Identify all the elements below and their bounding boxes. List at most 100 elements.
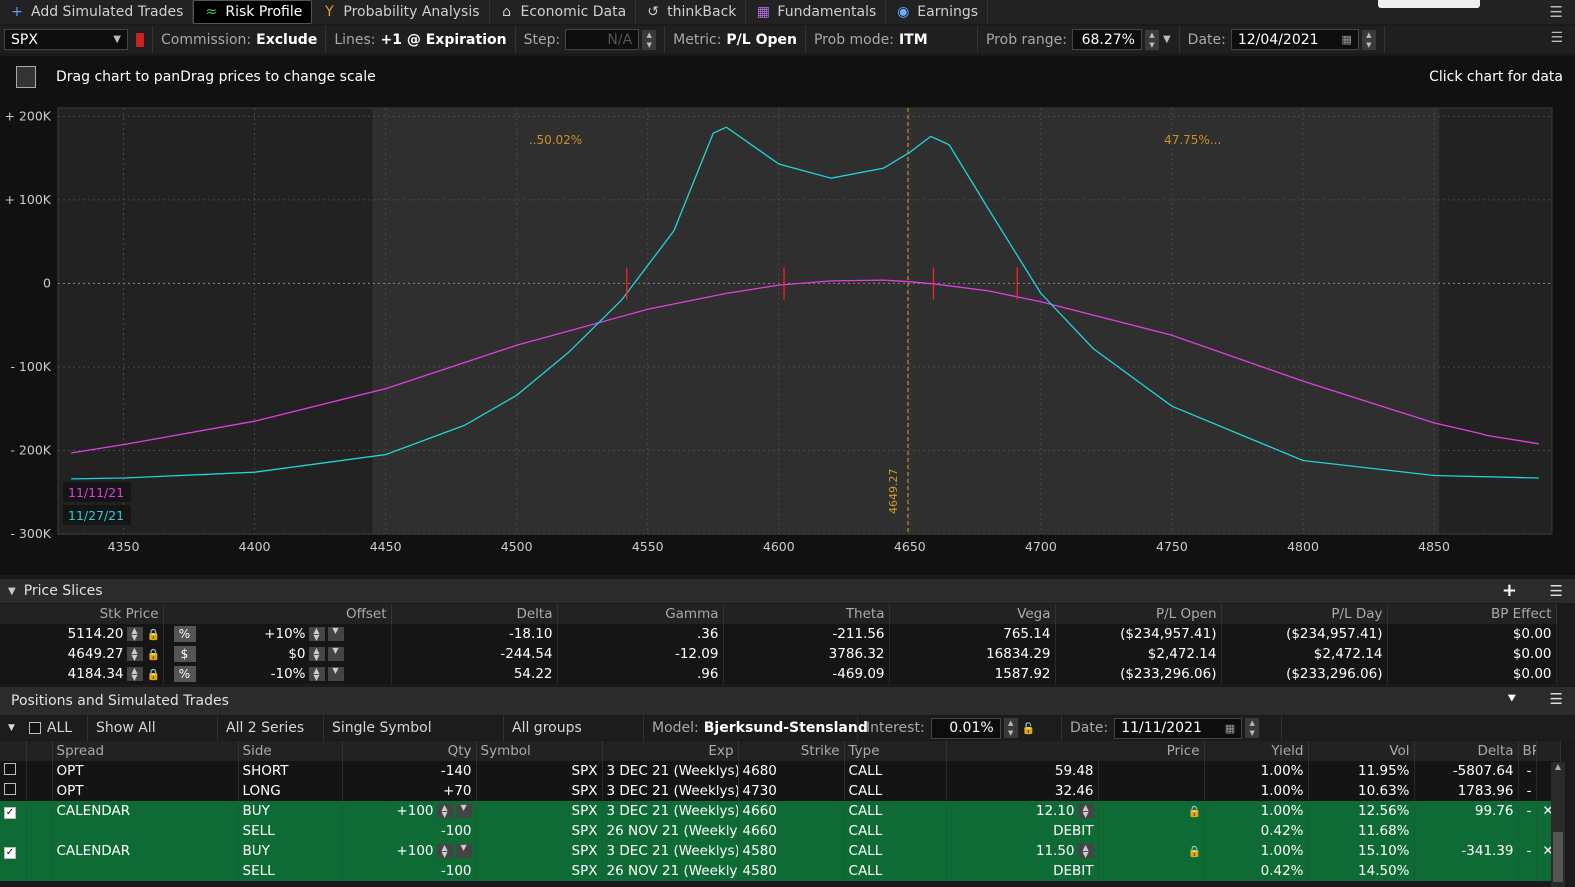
series-filter[interactable]: All 2 Series (218, 716, 324, 740)
offset-unit-button[interactable]: % (173, 666, 196, 682)
column-header[interactable]: Type (844, 741, 947, 761)
strike-cell[interactable]: 4580 (738, 861, 845, 881)
offset-cell[interactable]: $ $0 ▲ ▼▼ (163, 644, 392, 664)
exp-cell[interactable]: 26 NOV 21 (Weeklys) (602, 821, 739, 841)
metric-control[interactable]: Metric: P/L Open (665, 26, 806, 53)
stk-price-cell[interactable]: 5114.20 ▲ ▼ 🔒 (0, 624, 164, 644)
chevron-down-icon[interactable]: ▼ (455, 844, 472, 858)
position-row[interactable]: ✓ CALENDAR BUY +100 ▲ ▼▼ SPX 3 DEC 21 (Weeklys)… (0, 801, 1561, 821)
tab-earnings[interactable]: ◉ Earnings (886, 0, 989, 24)
interest-input[interactable]: 0.01% (930, 717, 1001, 739)
lines-control[interactable]: Lines: +1 @ Expiration (326, 26, 516, 53)
chevron-down-icon[interactable]: ▼ (327, 627, 344, 641)
offset-cell[interactable]: % +10% ▲ ▼▼ (163, 624, 392, 644)
type-cell[interactable]: CALL (844, 801, 947, 821)
column-header[interactable]: Stk Price (0, 604, 164, 624)
column-header[interactable]: Vega (889, 604, 1056, 624)
probrange-input[interactable]: 68.27% (1071, 29, 1142, 50)
slice-row[interactable]: 4184.34 ▲ ▼ 🔒% -10% ▲ ▼▼ 54.22.96 -469.09 1587.92… (0, 664, 1557, 684)
add-slice-button[interactable]: + (1502, 580, 1517, 601)
price-stepper[interactable]: ▲ ▼ (1077, 804, 1094, 819)
column-header[interactable]: P/L Open (1055, 604, 1222, 624)
row-checkbox-cell[interactable]: ✓ (0, 801, 27, 821)
price-stepper[interactable]: ▲ ▼ (1077, 844, 1094, 859)
symbol-mode-filter[interactable]: Single Symbol (324, 716, 504, 740)
row-checkbox-cell[interactable]: ✓ (0, 841, 27, 861)
slice-row[interactable]: 5114.20 ▲ ▼ 🔒% +10% ▲ ▼▼ -18.10.36 -211.56 765.14… (0, 624, 1557, 644)
row-checkbox-cell[interactable] (0, 781, 27, 801)
interest-stepper[interactable]: ▲ ▼ (1003, 718, 1018, 738)
row-checkbox-cell[interactable] (0, 821, 27, 841)
lock-icon[interactable]: 🔒 (147, 628, 161, 641)
side-cell[interactable]: SELL (238, 861, 343, 881)
column-header[interactable]: Spread (52, 741, 239, 761)
row-checkbox[interactable]: ✓ (4, 807, 16, 819)
tab-economic-data[interactable]: ⌂ Economic Data (490, 0, 637, 24)
alert-flag-icon[interactable] (136, 32, 144, 47)
step-stepper[interactable]: ▲ ▼ (642, 29, 657, 50)
menu-icon[interactable]: ☰ (1550, 30, 1563, 46)
type-cell[interactable]: CALL (844, 821, 947, 841)
qty-cell[interactable]: -100 (342, 861, 477, 881)
tab-fundamentals[interactable]: ▦ Fundamentals (746, 0, 887, 24)
menu-icon[interactable]: ☰ (1550, 690, 1563, 708)
stk-price-stepper[interactable]: ▲ ▼ (126, 627, 143, 642)
calendar-icon[interactable]: ▦ (1341, 33, 1351, 46)
step-input[interactable]: N/A (565, 29, 640, 50)
chevron-down-icon[interactable]: ▼ (8, 586, 16, 597)
strike-cell[interactable]: 4660 (738, 801, 845, 821)
risk-profile-chart[interactable]: 4350 4400 4450 4500 4550 4600 4650 4700 4750 4800… (0, 100, 1575, 575)
scroll-thumb[interactable] (1553, 832, 1563, 882)
calendar-icon[interactable]: ▦ (1225, 722, 1235, 735)
commission-control[interactable]: Commission: Exclude (153, 26, 327, 53)
column-header[interactable]: Symbol (476, 741, 603, 761)
offset-unit-button[interactable]: $ (173, 646, 196, 662)
exp-cell[interactable]: 26 NOV 21 (Weeklys) (602, 861, 739, 881)
mini-widget[interactable] (1378, 0, 1480, 8)
chevron-down-icon[interactable]: ▼ (1163, 34, 1171, 45)
lock-icon[interactable]: 🔒 (1188, 805, 1202, 818)
type-cell[interactable]: CALL (844, 841, 947, 861)
row-checkbox-cell[interactable] (0, 861, 27, 881)
column-header[interactable]: Delta (1414, 741, 1519, 761)
column-header[interactable]: Offset (163, 604, 392, 624)
offset-stepper[interactable]: ▲ ▼ (308, 667, 325, 682)
offset-cell[interactable]: % -10% ▲ ▼▼ (163, 664, 392, 684)
price-cell[interactable]: DEBIT (946, 861, 1099, 881)
offset-unit-button[interactable]: % (173, 626, 196, 642)
qty-stepper[interactable]: ▲ ▼ (436, 844, 453, 859)
side-cell[interactable]: BUY (238, 801, 343, 821)
scroll-up-icon[interactable]: ▲ (1551, 762, 1565, 771)
date-input[interactable]: 12/04/2021 ▦ (1230, 29, 1359, 50)
positions-date-input[interactable]: 11/11/2021 ▦ (1114, 717, 1243, 739)
lock-icon[interactable]: 🔒 (147, 648, 161, 661)
slice-row[interactable]: 4649.27 ▲ ▼ 🔒 $ $0 ▲ ▼▼ -244.54 -12.09 3786.32 1683… (0, 644, 1557, 664)
lock-icon[interactable]: 🔒 (1188, 845, 1202, 858)
strike-cell[interactable]: 4580 (738, 841, 845, 861)
position-row[interactable]: SELL -100 SPX 26 NOV 21 (Weeklys) 4660 CALL DE… (0, 821, 1561, 841)
qty-cell[interactable]: +100 ▲ ▼▼ (342, 801, 477, 821)
exp-cell[interactable]: 3 DEC 21 (Weeklys) (602, 841, 739, 861)
positions-date-stepper[interactable]: ▲ ▼ (1245, 718, 1260, 738)
price-cell[interactable]: 12.10 ▲ ▼ (946, 801, 1099, 821)
chart-svg[interactable]: 4350 4400 4450 4500 4550 4600 4650 4700 4750 4800… (0, 100, 1575, 575)
chart-settings-icon[interactable] (16, 66, 36, 88)
row-checkbox[interactable] (4, 783, 16, 795)
model-select[interactable]: Model: Bjerksund-Stensland (644, 716, 868, 740)
position-row[interactable]: SELL -100 SPX 26 NOV 21 (Weeklys) 4580 CALL DE… (0, 861, 1561, 881)
column-header[interactable]: Vol (1308, 741, 1415, 761)
column-header[interactable]: BP Effect (1518, 741, 1537, 761)
row-checkbox-cell[interactable] (0, 761, 27, 781)
collapse-icon[interactable]: ⯆ (1507, 692, 1517, 707)
strike-cell[interactable]: 4660 (738, 821, 845, 841)
stk-price-stepper[interactable]: ▲ ▼ (126, 647, 143, 662)
column-header[interactable]: Delta (391, 604, 558, 624)
stk-price-cell[interactable]: 4184.34 ▲ ▼ 🔒 (0, 664, 164, 684)
row-checkbox[interactable] (4, 763, 16, 775)
tab-probability-analysis[interactable]: Y Probability Analysis (312, 0, 490, 24)
stk-price-stepper[interactable]: ▲ ▼ (126, 667, 143, 682)
column-header[interactable]: Yield (1204, 741, 1309, 761)
tab-risk-profile[interactable]: ≈ Risk Profile (193, 0, 313, 24)
row-checkbox[interactable]: ✓ (4, 847, 16, 859)
column-header[interactable]: Side (238, 741, 343, 761)
